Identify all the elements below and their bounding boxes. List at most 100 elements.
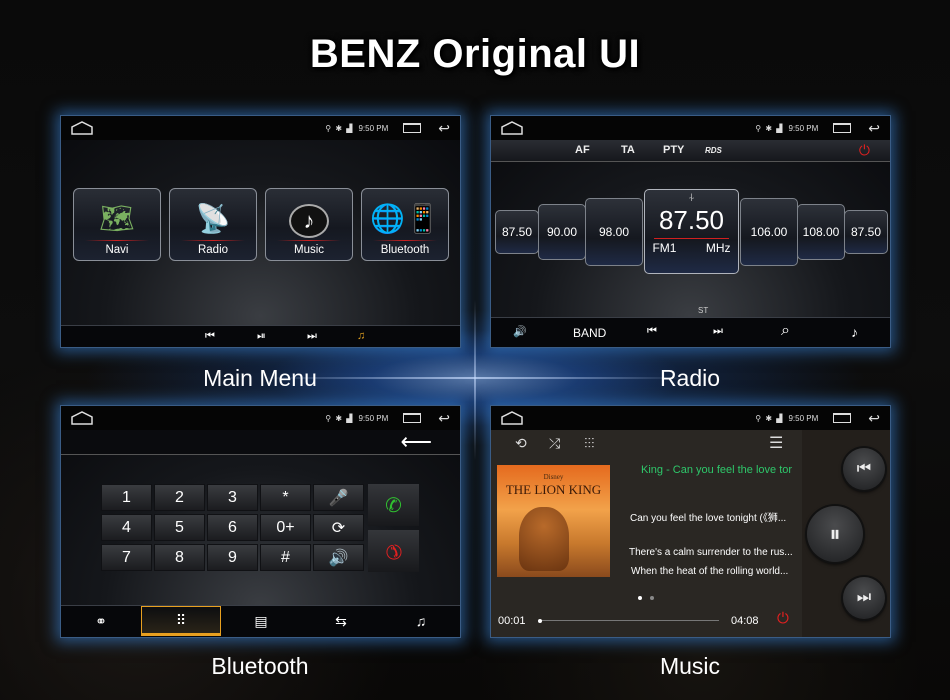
- duration: 04:08: [731, 615, 759, 627]
- recent-apps-icon[interactable]: [403, 123, 422, 133]
- back-icon[interactable]: ↩: [438, 411, 450, 425]
- page-dot-active[interactable]: [638, 596, 642, 600]
- preset-4[interactable]: 106.00: [740, 198, 798, 266]
- key-star[interactable]: *: [260, 484, 311, 511]
- link-icon: ⚭: [95, 612, 107, 629]
- home-icon[interactable]: [501, 411, 523, 425]
- play-pause-icon[interactable]: ⏯: [257, 330, 266, 343]
- key-2[interactable]: 2: [154, 484, 205, 511]
- playlist-icon[interactable]: ☰: [769, 433, 783, 453]
- key-6[interactable]: 6: [207, 514, 258, 541]
- key-0-plus[interactable]: 0+: [260, 514, 311, 541]
- back-icon[interactable]: ↩: [868, 121, 880, 135]
- progress-knob[interactable]: [537, 618, 542, 623]
- app-tile-bluetooth[interactable]: 🌐📱 Bluetooth: [361, 188, 449, 261]
- back-icon[interactable]: ↩: [868, 411, 880, 425]
- recent-apps-icon[interactable]: [833, 413, 852, 423]
- music-icon: ♫: [415, 613, 427, 629]
- band-button[interactable]: BAND: [573, 326, 606, 340]
- tab-link[interactable]: ⚭: [61, 606, 141, 636]
- tab-music[interactable]: ♫: [381, 606, 460, 636]
- key-7[interactable]: 7: [101, 544, 152, 571]
- preset-6[interactable]: 87.50: [844, 210, 888, 254]
- lion-illustration: [519, 507, 569, 571]
- status-bar: ⚲ ✱ ▟ 9:50 PM ↩: [61, 116, 460, 140]
- clock: 9:50 PM: [788, 123, 819, 133]
- preset-5[interactable]: 108.00: [797, 204, 845, 260]
- music-screen: ⚲ ✱ ▟ 9:50 PM ↩ ⟲ ⤮ ⫶⫶⫶ ☰ Disney THE LIO…: [490, 405, 891, 638]
- frequency-value: 87.50: [658, 205, 725, 235]
- recent-apps-icon[interactable]: [833, 123, 852, 133]
- call-log-icon: ⇆: [335, 612, 347, 629]
- next-track-button[interactable]: ⏭: [843, 577, 885, 619]
- tab-contacts[interactable]: ▤: [221, 606, 301, 636]
- music-icon[interactable]: ♪: [851, 324, 858, 340]
- status-bar: ⚲ ✱ ▟ 9:50 PM ↩: [491, 406, 890, 430]
- clock: 9:50 PM: [788, 413, 819, 423]
- pause-icon: ⏸: [829, 521, 841, 546]
- call-button[interactable]: ✆: [368, 484, 419, 526]
- preset-2[interactable]: 90.00: [538, 204, 586, 260]
- pty-button[interactable]: PTY: [663, 144, 684, 156]
- home-icon[interactable]: [501, 121, 523, 135]
- tab-call-log[interactable]: ⇆: [301, 606, 381, 636]
- page-dot[interactable]: [650, 596, 654, 600]
- mic-button[interactable]: 🎤: [313, 484, 364, 511]
- clock: 9:50 PM: [358, 123, 389, 133]
- key-4[interactable]: 4: [101, 514, 152, 541]
- power-icon[interactable]: ⏻: [777, 610, 789, 627]
- tab-dialpad[interactable]: ⠿: [141, 606, 221, 636]
- app-label: Radio: [197, 244, 229, 256]
- bluetooth-screen: ⚲ ✱ ▟ 9:50 PM ↩ ⟵ 1 2 3 * 🎤 4 5 6 0+ ⟳ 7 8 9 # 🔊 ✆ ✆ ⚭…: [60, 405, 461, 638]
- key-hash[interactable]: #: [260, 544, 311, 571]
- shuffle-icon[interactable]: ⤮: [549, 435, 560, 452]
- antenna-icon: ⍭: [688, 192, 695, 204]
- caption-music: Music: [659, 653, 721, 679]
- app-tile-music[interactable]: ♪ Music: [265, 188, 353, 261]
- back-icon[interactable]: ↩: [438, 121, 450, 135]
- current-frequency[interactable]: ⍭ 87.50 FM1 MHz: [644, 189, 739, 274]
- equalizer-icon[interactable]: ⫶⫶⫶: [584, 435, 595, 452]
- pause-button[interactable]: ⏸: [807, 506, 863, 562]
- lyric-line: When the heat of the rolling world...: [631, 566, 789, 577]
- key-5[interactable]: 5: [154, 514, 205, 541]
- search-icon[interactable]: ⌕: [781, 322, 790, 340]
- key-8[interactable]: 8: [154, 544, 205, 571]
- next-station-icon[interactable]: ⏭: [713, 325, 723, 338]
- progress-track[interactable]: [537, 618, 719, 623]
- antenna-tower-icon: 📡: [195, 203, 231, 234]
- contacts-icon: ▤: [254, 612, 268, 629]
- rds-button[interactable]: RDS: [705, 146, 722, 155]
- switch-button[interactable]: ⟳: [313, 514, 364, 541]
- ta-button[interactable]: TA: [621, 144, 635, 156]
- map-icon: 🗺: [99, 203, 135, 234]
- elapsed-time: 00:01: [498, 615, 526, 627]
- prev-station-icon[interactable]: ⏮: [647, 325, 657, 338]
- app-tile-radio[interactable]: 📡 Radio: [169, 188, 257, 261]
- volume-icon[interactable]: 🔊: [513, 325, 527, 338]
- preset-3[interactable]: 98.00: [585, 198, 643, 266]
- prev-track-icon[interactable]: ⏮: [205, 330, 215, 343]
- prev-track-button[interactable]: ⏮: [843, 448, 885, 490]
- repeat-icon[interactable]: ⟲: [515, 435, 527, 452]
- music-icon[interactable]: ♫: [357, 330, 365, 342]
- af-button[interactable]: AF: [575, 144, 590, 156]
- key-9[interactable]: 9: [207, 544, 258, 571]
- music-note-icon: ♪: [289, 200, 329, 238]
- key-1[interactable]: 1: [101, 484, 152, 511]
- recent-apps-icon[interactable]: [403, 413, 422, 423]
- back-arrow-icon[interactable]: ⟵: [400, 430, 432, 454]
- status-icons: ⚲ ✱ ▟: [325, 413, 354, 423]
- power-icon[interactable]: ⏻: [859, 142, 870, 159]
- key-3[interactable]: 3: [207, 484, 258, 511]
- main-menu-screen: ⚲ ✱ ▟ 9:50 PM ↩ 🗺 Navi 📡 Radio ♪ Music 🌐…: [60, 115, 461, 348]
- app-tile-navi[interactable]: 🗺 Navi: [73, 188, 161, 261]
- hangup-button[interactable]: ✆: [368, 530, 419, 572]
- next-track-icon[interactable]: ⏭: [307, 330, 317, 343]
- next-track-icon: ⏭: [856, 589, 872, 606]
- home-icon[interactable]: [71, 411, 93, 425]
- preset-1[interactable]: 87.50: [495, 210, 539, 254]
- home-icon[interactable]: [71, 121, 93, 135]
- radio-screen: ⚲ ✱ ▟ 9:50 PM ↩ AF TA PTY RDS ⏻ 87.50 90…: [490, 115, 891, 348]
- speaker-button[interactable]: 🔊: [313, 544, 364, 571]
